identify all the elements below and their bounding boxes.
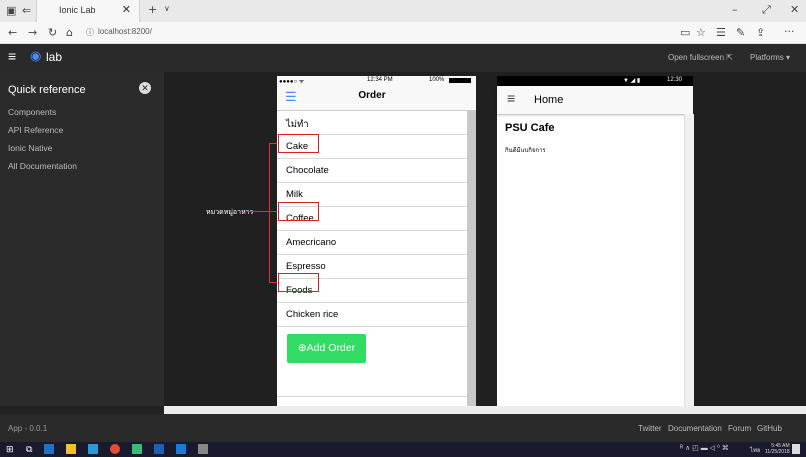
new-tab-icon[interactable]: + — [148, 3, 157, 16]
list-item: ⊕Add Order — [277, 326, 467, 397]
task-view-icon[interactable]: ⧉ — [26, 444, 36, 454]
quick-reference-sidebar: Quick reference ✕ Components API Referen… — [0, 72, 164, 406]
notification-icon[interactable] — [792, 444, 800, 454]
list-item-label: Espresso — [286, 261, 326, 272]
android-toolbar: ≡ Home — [497, 86, 693, 114]
edge-icon[interactable] — [44, 444, 54, 454]
sidebar-title: Quick reference — [8, 84, 86, 96]
close-icon[interactable]: ✕ — [122, 3, 131, 16]
list-item[interactable]: Chicken rice — [277, 302, 467, 327]
ios-battery-text: 100% — [429, 77, 445, 83]
start-icon[interactable]: ⊞ — [6, 444, 16, 454]
close-icon[interactable]: ✕ — [139, 82, 151, 94]
tab-menu-icon[interactable]: ∨ — [164, 4, 170, 13]
category-highlight-foods — [278, 273, 319, 292]
preview-workspace — [164, 72, 806, 406]
footer-link-github[interactable]: GitHub — [757, 424, 782, 433]
back-icon[interactable]: ← — [8, 26, 17, 39]
ios-toolbar: ☰ Order — [277, 86, 476, 111]
more-icon[interactable]: ··· — [784, 25, 795, 38]
refresh-icon[interactable]: ↻ — [48, 26, 57, 39]
wifi-signal-icon: ▼ ◢ ▮ — [623, 78, 641, 84]
lab-logo-text: lab — [46, 50, 63, 64]
footer-link-twitter[interactable]: Twitter — [638, 424, 662, 433]
paint-icon[interactable] — [198, 444, 208, 454]
lab-header: ≡ ◉ lab Open fullscreen ⇱ Platforms ▾ — [0, 44, 806, 72]
horizontal-scrollbar[interactable] — [164, 406, 806, 414]
list-item-label: Chocolate — [286, 165, 329, 176]
home-icon[interactable]: ⌂ — [66, 26, 73, 39]
tab-title: Ionic Lab — [59, 5, 96, 15]
list-item-label: Milk — [286, 189, 303, 200]
scrollbar[interactable] — [467, 110, 476, 407]
vscode-icon[interactable] — [176, 444, 186, 454]
ios-device-preview: ●●●●○ ᯤ 12:34 PM 100% ☰ Order ไม่ทำ Cake… — [277, 76, 476, 407]
word-icon[interactable] — [154, 444, 164, 454]
android-status-time: 12:30 — [667, 77, 683, 83]
minimize-icon[interactable]: – — [732, 3, 738, 16]
app-icon[interactable] — [132, 444, 142, 454]
list-item[interactable]: ไม่ทำ — [277, 110, 467, 135]
list-item-label: Chicken rice — [286, 309, 339, 320]
sidebar-item-api-reference[interactable]: API Reference — [8, 125, 63, 135]
footer-link-forum[interactable]: Forum — [728, 424, 751, 433]
ios-status-bar: ●●●●○ ᯤ 12:34 PM 100% — [277, 76, 476, 86]
window-icon[interactable]: ▣ — [6, 4, 16, 17]
ios-status-time: 12:34 PM — [367, 77, 393, 83]
open-fullscreen-link[interactable]: Open fullscreen ⇱ — [668, 53, 733, 62]
sidebar-item-components[interactable]: Components — [8, 107, 56, 117]
window-close-icon[interactable]: ✕ — [790, 3, 799, 16]
footer-link-documentation[interactable]: Documentation — [668, 424, 722, 433]
reading-view-icon[interactable]: ▭ — [680, 26, 690, 39]
battery-icon — [449, 78, 471, 83]
android-status-bar: ▼ ◢ ▮ 12:30 — [497, 76, 693, 86]
forward-icon[interactable]: → — [28, 26, 37, 39]
annotation-pointer-line — [247, 211, 269, 212]
list-item-label: ไม่ทำ — [286, 119, 309, 130]
ionic-logo-icon: ◉ — [30, 48, 42, 63]
notes-icon[interactable]: ✎ — [736, 26, 745, 39]
scrollbar[interactable] — [684, 114, 694, 407]
tab-back-icon[interactable]: ⇐ — [22, 4, 31, 17]
maximize-icon[interactable]: ⤢ — [762, 3, 771, 17]
menu-toggle-icon[interactable]: ≡ — [507, 90, 515, 106]
favorite-star-icon[interactable]: ☆ — [696, 26, 706, 39]
list-item[interactable]: Chocolate — [277, 158, 467, 183]
file-explorer-icon[interactable] — [66, 444, 76, 454]
android-device-preview: ▼ ◢ ▮ 12:30 ≡ Home PSU Cafe กินดีมีแบกิจ… — [497, 76, 694, 407]
annotation-label: หมวดหมู่อาหาร — [206, 209, 254, 216]
cafe-heading: PSU Cafe — [505, 122, 555, 134]
ios-page-title: Order — [358, 90, 386, 101]
android-page-title: Home — [534, 94, 564, 106]
lab-footer: App - 0.0.1 Twitter Documentation Forum … — [0, 414, 806, 442]
input-language[interactable]: ไทย — [750, 445, 761, 455]
store-icon[interactable] — [88, 444, 98, 454]
add-order-button[interactable]: ⊕Add Order — [287, 334, 366, 363]
address-bar: ← → ↻ ⌂ ⓘ localhost:8200/ ▭ ☆ ☰ ✎ ⇪ ··· — [0, 22, 806, 44]
sidebar-item-ionic-native[interactable]: Ionic Native — [8, 143, 52, 153]
category-highlight-cake — [278, 134, 319, 153]
app-version: App - 0.0.1 — [8, 424, 48, 433]
cafe-description: กินดีมีแบกิจการ — [505, 148, 546, 154]
sidebar-item-all-documentation[interactable]: All Documentation — [8, 161, 77, 171]
platforms-dropdown[interactable]: Platforms ▾ — [750, 53, 790, 62]
share-icon[interactable]: ⇪ — [756, 26, 765, 39]
signal-icon: ●●●●○ ᯤ — [279, 79, 305, 85]
chrome-icon[interactable] — [110, 444, 120, 454]
list-item[interactable]: Amecricano — [277, 230, 467, 255]
taskbar-date: 11/25/2018 — [765, 449, 790, 455]
hamburger-menu-icon[interactable]: ≡ — [8, 48, 16, 64]
category-highlight-coffee — [278, 202, 319, 221]
browser-tab[interactable]: Ionic Lab ✕ — [36, 0, 140, 22]
browser-title-bar: ▣ ⇐ Ionic Lab ✕ + ∨ – ⤢ ✕ — [0, 0, 806, 22]
annotation-bracket-line — [269, 143, 270, 283]
url-field[interactable]: localhost:8200/ — [98, 27, 152, 36]
favorites-list-icon[interactable]: ☰ — [716, 26, 726, 39]
taskbar-clock[interactable]: 5:45 AM 11/25/2018 — [765, 443, 790, 455]
system-tray-icons[interactable]: ᴿ ∧ ◰ ▬ ◁ ⁰ ⌘ — [680, 444, 729, 452]
list-item-label: Amecricano — [286, 237, 337, 248]
info-icon[interactable]: ⓘ — [86, 27, 94, 38]
windows-taskbar: ⊞ ⧉ ᴿ ∧ ◰ ▬ ◁ ⁰ ⌘ ไทย 5:45 AM 11/25/2018 — [0, 442, 806, 457]
